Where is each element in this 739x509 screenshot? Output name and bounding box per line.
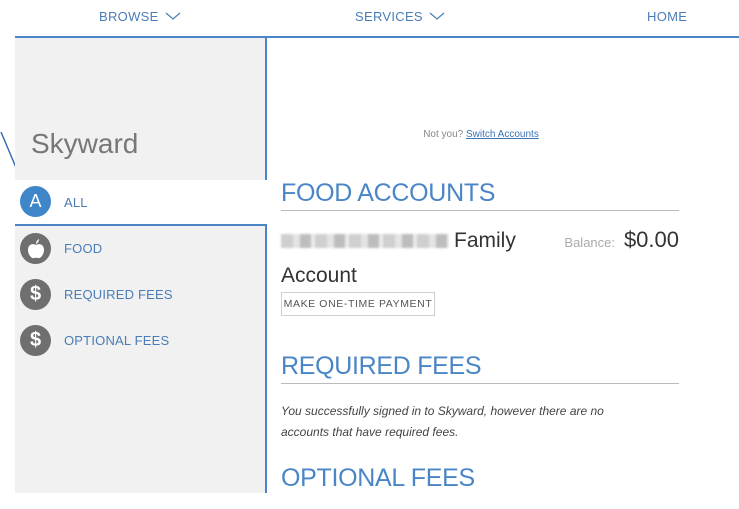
sidebar-item-label: ALL [64, 195, 88, 210]
chevron-down-icon [429, 12, 445, 20]
food-accounts-title: FOOD ACCOUNTS [281, 179, 679, 211]
sidebar-item-food[interactable]: FOOD [15, 226, 267, 272]
account-name-line2: Account [281, 264, 357, 287]
balance-value: $0.00 [623, 227, 679, 252]
redacted-account-name [281, 234, 449, 248]
not-you-line: Not you? Switch Accounts [281, 129, 681, 140]
dollar-icon: $ [20, 325, 51, 356]
sidebar-item-all[interactable]: A ALL [15, 180, 267, 226]
nav-services[interactable]: SERVICES [355, 9, 445, 24]
apple-icon [20, 233, 51, 264]
chevron-down-icon [165, 12, 180, 20]
required-fees-title: REQUIRED FEES [281, 352, 679, 384]
sidebar-item-optional-fees[interactable]: $ OPTIONAL FEES [15, 318, 267, 364]
required-fees-message: You successfully signed in to Skyward, h… [281, 404, 604, 439]
account-name-suffix: Family [454, 229, 516, 252]
optional-fees-title: OPTIONAL FEES [281, 464, 475, 492]
nav-home-label: HOME [647, 9, 688, 24]
nav-services-label: SERVICES [355, 9, 423, 24]
nav-browse[interactable]: BROWSE [99, 9, 181, 24]
switch-accounts-link[interactable]: Switch Accounts [466, 129, 539, 140]
sidebar-menu: A ALL FOOD $ REQUIRED FEES $ OPTIONAL FE… [15, 180, 267, 364]
balance-label: Balance: [564, 235, 615, 250]
sidebar-item-label: REQUIRED FEES [64, 287, 173, 302]
make-one-time-payment-button[interactable]: MAKE ONE-TIME PAYMENT [281, 292, 435, 316]
main-content: Not you? Switch Accounts FOOD ACCOUNTS F… [281, 38, 681, 498]
brand-title: Skyward [31, 128, 139, 159]
sidebar-item-label: OPTIONAL FEES [64, 333, 170, 348]
sidebar-item-label: FOOD [64, 241, 103, 256]
sidebar-item-required-fees[interactable]: $ REQUIRED FEES [15, 272, 267, 318]
sidebar: Skyward A ALL FOOD $ REQUIRED FEES $ OPT… [15, 38, 267, 493]
nav-browse-label: BROWSE [99, 9, 159, 24]
letter-a-icon: A [20, 186, 51, 217]
not-you-text: Not you? [423, 129, 464, 140]
top-navigation: BROWSE SERVICES HOME [15, 0, 739, 38]
nav-home[interactable]: HOME [647, 9, 687, 24]
dollar-icon: $ [20, 279, 51, 310]
food-account-row: Family Account Balance: $0.00 [281, 227, 679, 291]
